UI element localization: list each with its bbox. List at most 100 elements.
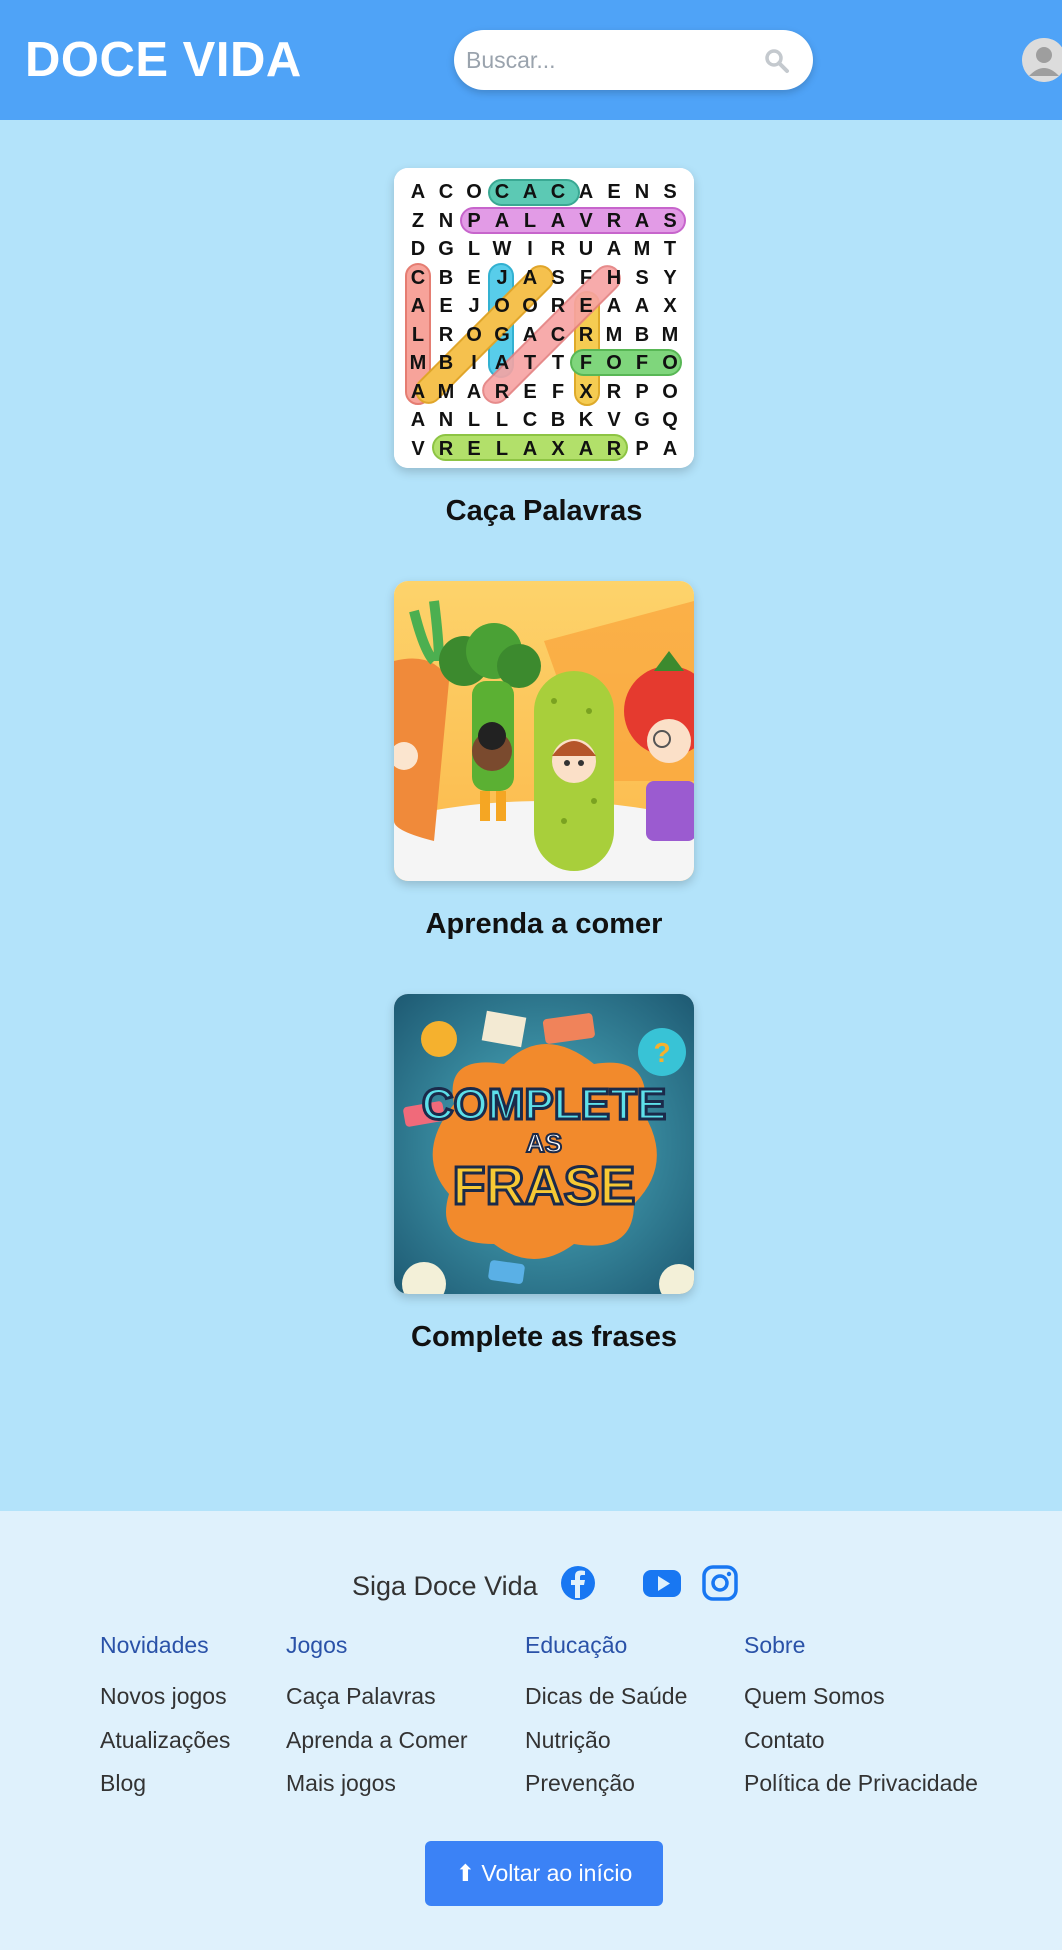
word-search-letter: J [496, 266, 508, 289]
word-search-grid: ACOCACAENSZNPALAVRASDGLWIRUAMTCBEJASFHSY… [404, 178, 684, 460]
word-search-letter: S [663, 181, 677, 203]
game-thumbnail[interactable] [394, 581, 694, 881]
word-search-letter: Z [411, 209, 425, 232]
search-input[interactable] [466, 30, 756, 90]
footer-link[interactable]: Mais jogos [286, 1770, 396, 1797]
word-search-letter: L [467, 409, 481, 431]
word-search-letter: R [438, 323, 454, 346]
youtube-icon[interactable] [642, 1563, 682, 1603]
word-search-letter: A [522, 437, 538, 460]
word-search-letter: A [606, 295, 622, 317]
word-search-letter: R [606, 380, 622, 403]
instagram-icon[interactable] [700, 1563, 740, 1603]
word-search-letter: G [494, 323, 510, 346]
word-search-letter: L [495, 409, 509, 431]
word-search-letter: E [467, 437, 481, 460]
word-search-letter: W [492, 238, 512, 260]
word-search-letter: N [438, 209, 454, 232]
footer-link[interactable]: Dicas de Saúde [525, 1683, 687, 1710]
footer-heading[interactable]: Jogos [286, 1632, 347, 1659]
word-search-letter: N [634, 181, 650, 203]
word-search-letter: Y [663, 266, 677, 289]
footer-link[interactable]: Blog [100, 1770, 146, 1797]
word-search-letter: C [494, 181, 510, 203]
footer-heading[interactable]: Novidades [100, 1632, 209, 1659]
word-search-letter: V [607, 409, 621, 431]
word-search-letter: M [409, 352, 427, 374]
footer-link[interactable]: Contato [744, 1727, 825, 1754]
game-title[interactable]: Aprenda a comer [294, 908, 794, 941]
word-search-letter: S [663, 209, 677, 232]
word-search-letter: P [467, 209, 481, 232]
word-search-letter: O [662, 352, 678, 374]
word-search-letter: L [411, 323, 425, 346]
game-card-complete-as-frases[interactable]: ? COMPLETE AS FRASE Complete as frases [394, 994, 694, 1353]
word-search-letter: S [635, 266, 649, 289]
word-search-letter: L [495, 437, 509, 460]
word-search-letter: O [466, 181, 482, 203]
word-search-letter: R [606, 437, 622, 460]
word-search-letter: R [494, 380, 510, 403]
word-search-letter: T [663, 238, 677, 260]
word-search-letter: E [439, 295, 453, 317]
word-search-letter: U [578, 238, 594, 260]
facebook-icon[interactable] [558, 1563, 598, 1603]
word-search-letter: O [662, 380, 678, 403]
search-icon[interactable] [763, 47, 791, 75]
footer-link[interactable]: Aprenda a Comer [286, 1727, 468, 1754]
word-search-letter: M [633, 238, 651, 260]
word-search-letter: A [522, 323, 538, 346]
word-search-letter: M [605, 323, 623, 346]
footer-link[interactable]: Atualizações [100, 1727, 230, 1754]
user-avatar[interactable] [1022, 38, 1062, 82]
word-search-letter: N [438, 409, 454, 431]
site-footer: Siga Doce Vida Novidades Novos jogos Atu… [0, 1511, 1062, 1950]
word-search-letter: F [635, 352, 649, 374]
word-search-letter: F [579, 266, 593, 289]
user-icon [1022, 38, 1062, 82]
footer-link[interactable]: Política de Privacidade [744, 1770, 978, 1797]
word-search-letter: C [410, 266, 426, 289]
image-text-frase: FRASE [452, 1156, 635, 1216]
footer-link[interactable]: Quem Somos [744, 1683, 885, 1710]
word-search-letter: X [579, 380, 593, 403]
word-search-letter: O [606, 352, 622, 374]
search-box[interactable] [454, 30, 813, 90]
game-card-aprenda-a-comer[interactable]: Aprenda a comer [394, 581, 694, 940]
word-search-letter: X [551, 437, 565, 460]
word-search-letter: G [634, 409, 650, 431]
word-search-letter: K [578, 409, 594, 431]
footer-heading[interactable]: Sobre [744, 1632, 805, 1659]
word-search-letter: V [579, 209, 593, 232]
svg-text:?: ? [653, 1037, 670, 1068]
word-search-letter: O [494, 295, 510, 317]
word-search-letter: E [607, 181, 621, 203]
word-search-letter: C [522, 409, 538, 431]
word-search-letter: R [438, 437, 454, 460]
game-thumbnail[interactable]: ? COMPLETE AS FRASE [394, 994, 694, 1294]
complete-as-frases-illustration: ? COMPLETE AS FRASE [394, 994, 694, 1294]
word-search-letter: P [635, 380, 649, 403]
word-search-letter: H [606, 266, 622, 289]
word-search-letter: F [579, 352, 593, 374]
footer-link[interactable]: Novos jogos [100, 1683, 227, 1710]
game-card-caca-palavras[interactable]: ACOCACAENSZNPALAVRASDGLWIRUAMTCBEJASFHSY… [394, 168, 694, 527]
footer-link[interactable]: Prevenção [525, 1770, 635, 1797]
word-search-letter: A [410, 409, 426, 431]
game-title[interactable]: Complete as frases [294, 1321, 794, 1354]
back-to-top-button[interactable]: ⬆ Voltar ao início [425, 1841, 663, 1906]
word-search-letter: X [663, 295, 677, 317]
site-logo[interactable]: DOCE VIDA [25, 30, 302, 90]
footer-link[interactable]: Caça Palavras [286, 1683, 436, 1710]
word-search-letter: F [551, 380, 565, 403]
word-search-letter: A [634, 209, 650, 232]
word-search-letter: I [471, 352, 477, 374]
word-search-letter: R [606, 209, 622, 232]
game-thumbnail[interactable]: ACOCACAENSZNPALAVRASDGLWIRUAMTCBEJASFHSY… [394, 168, 694, 468]
word-search-letter: T [551, 352, 565, 374]
game-title[interactable]: Caça Palavras [294, 495, 794, 528]
footer-heading[interactable]: Educação [525, 1632, 627, 1659]
word-search-letter: A [578, 437, 594, 460]
word-search-letter: A [522, 266, 538, 289]
footer-link[interactable]: Nutrição [525, 1727, 611, 1754]
